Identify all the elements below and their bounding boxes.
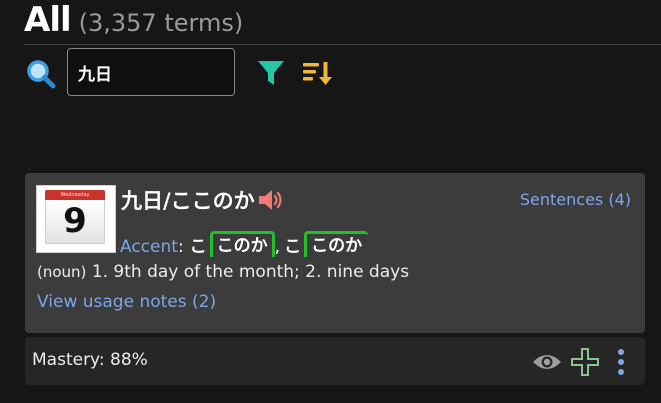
calendar-day-number: 9: [45, 200, 105, 244]
filter-icon[interactable]: [256, 58, 286, 88]
accent-row: Accent : こ このか , こ このか: [120, 225, 369, 257]
accent-separator: ,: [274, 237, 281, 257]
accent-colon: :: [177, 237, 184, 257]
calendar-icon: Wednesday 9: [36, 185, 116, 253]
term-heading: 九日/ここのか: [121, 185, 285, 215]
sort-icon[interactable]: [301, 58, 335, 88]
page: All (3,357 terms) Wednesday 9 九日/ここのか: [0, 0, 661, 403]
plus-icon[interactable]: [570, 347, 600, 377]
more-vertical-icon[interactable]: [614, 347, 628, 377]
search-icon[interactable]: [26, 59, 56, 89]
definition: (noun) 1. 9th day of the month; 2. nine …: [37, 262, 409, 282]
eye-icon[interactable]: [532, 351, 562, 373]
accent-reading-2-high: このか: [304, 231, 369, 257]
sentences-link[interactable]: Sentences (4): [520, 190, 631, 209]
accent-reading-2-lead: こ: [284, 237, 302, 257]
page-header: All (3,357 terms): [24, 0, 243, 44]
page-title: All: [24, 0, 72, 40]
mastery-level: Mastery: 88%: [32, 350, 148, 370]
search-input[interactable]: [67, 48, 235, 96]
term-count: (3,357 terms): [78, 9, 244, 37]
speaker-icon[interactable]: [257, 188, 285, 212]
term-card: Wednesday 9 九日/ここのか Sentences (4) Accent…: [25, 173, 645, 333]
usage-notes-link[interactable]: View usage notes (2): [37, 292, 216, 312]
part-of-speech: (noun): [37, 263, 87, 281]
accent-reading-1-high: このか: [209, 231, 275, 257]
definition-text: 1. 9th day of the month; 2. nine days: [91, 262, 410, 282]
accent-reading-1-lead: こ: [189, 237, 207, 257]
accent-label[interactable]: Accent: [120, 237, 178, 257]
header-divider: [24, 44, 661, 45]
card-footer: Mastery: 88%: [25, 337, 645, 385]
term-text: 九日/ここのか: [121, 189, 255, 213]
calendar-day-name: Wednesday: [45, 190, 105, 200]
